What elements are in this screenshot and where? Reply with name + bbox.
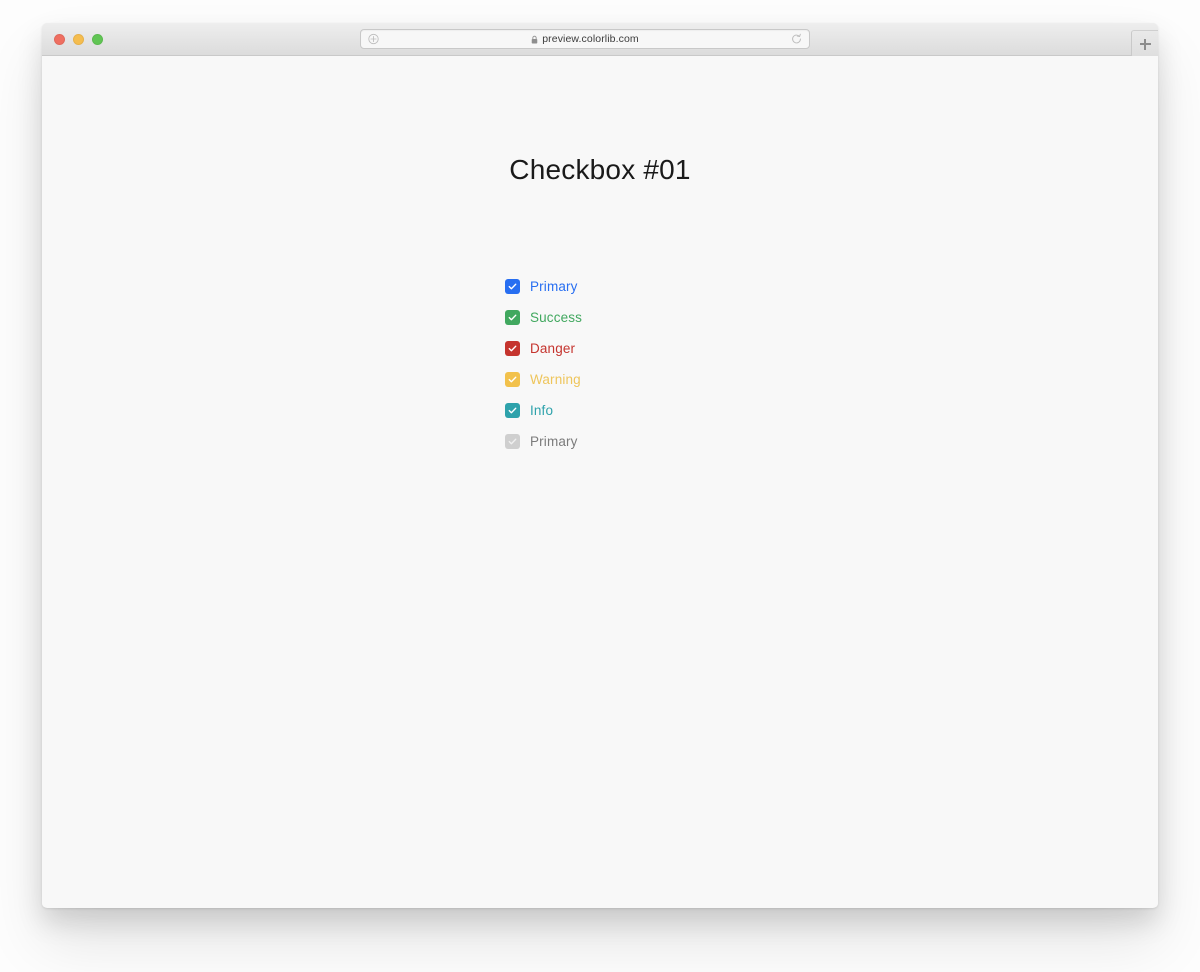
checkbox-success[interactable] bbox=[505, 310, 520, 325]
checkbox-label: Warning bbox=[530, 371, 581, 387]
checkbox-list: Primary Success Danger Warning Info Prim… bbox=[505, 271, 582, 457]
page-title: Checkbox #01 bbox=[509, 154, 691, 185]
checkbox-row[interactable]: Primary bbox=[505, 271, 582, 302]
screenshot-canvas: preview.colorlib.com Checkbox #01 Primar… bbox=[0, 0, 1200, 972]
new-tab-button[interactable] bbox=[1131, 30, 1158, 58]
checkbox-row[interactable]: Danger bbox=[505, 333, 582, 364]
checkbox-row[interactable]: Warning bbox=[505, 364, 582, 395]
page-viewport: Checkbox #01 Primary Success Danger Warn… bbox=[42, 56, 1158, 907]
checkbox-primary[interactable] bbox=[505, 279, 520, 294]
browser-toolbar: preview.colorlib.com bbox=[42, 23, 1158, 58]
zoom-window-button[interactable] bbox=[92, 34, 103, 45]
checkbox-primary-disabled bbox=[505, 434, 520, 449]
url-display[interactable]: preview.colorlib.com bbox=[361, 33, 809, 45]
address-bar[interactable]: preview.colorlib.com bbox=[360, 29, 810, 49]
reload-icon[interactable] bbox=[791, 33, 802, 45]
checkbox-label: Success bbox=[530, 309, 583, 325]
checkbox-label: Info bbox=[530, 402, 554, 418]
plus-icon bbox=[1139, 38, 1151, 50]
checkbox-row-disabled: Primary bbox=[505, 426, 582, 457]
plus-circle-icon[interactable] bbox=[368, 33, 379, 45]
checkbox-info[interactable] bbox=[505, 403, 520, 418]
checkbox-danger[interactable] bbox=[505, 341, 520, 356]
checkbox-row[interactable]: Success bbox=[505, 302, 582, 333]
checkbox-label: Primary bbox=[530, 433, 578, 449]
close-window-button[interactable] bbox=[54, 34, 65, 45]
checkbox-label: Danger bbox=[530, 340, 576, 356]
url-text: preview.colorlib.com bbox=[542, 33, 639, 45]
checkbox-row[interactable]: Info bbox=[505, 395, 582, 426]
checkbox-label: Primary bbox=[530, 278, 578, 294]
window-controls bbox=[54, 34, 103, 45]
checkbox-warning[interactable] bbox=[505, 372, 520, 387]
minimize-window-button[interactable] bbox=[73, 34, 84, 45]
lock-icon bbox=[531, 35, 538, 44]
browser-window: preview.colorlib.com Checkbox #01 Primar… bbox=[42, 23, 1158, 908]
